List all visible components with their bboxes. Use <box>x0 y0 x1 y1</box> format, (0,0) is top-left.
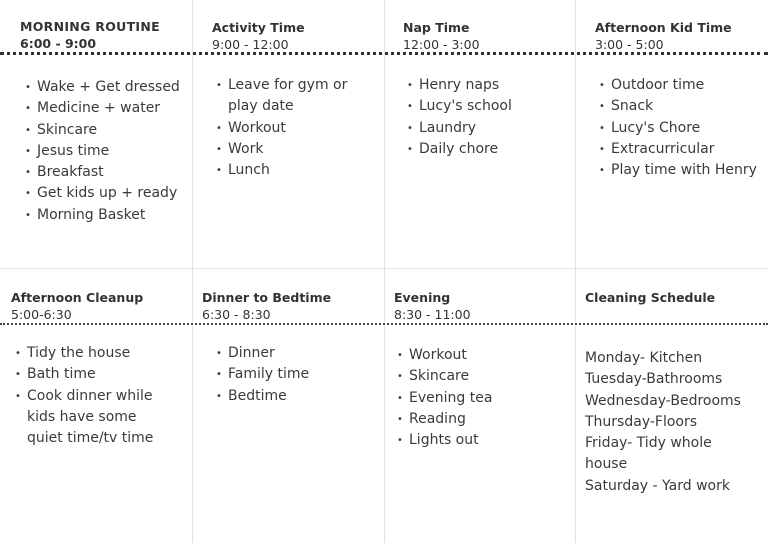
cleaning-schedule-list: Monday- Kitchen Tuesday-Bathrooms Wednes… <box>585 348 760 497</box>
list-item: Cook dinner while kids have some quiet t… <box>15 386 175 450</box>
list-item: Reading <box>397 409 567 431</box>
list-item: Skincare <box>397 366 567 388</box>
section-title: MORNING ROUTINE <box>20 19 160 34</box>
evening-list: Workout Skincare Evening tea Reading Lig… <box>397 345 567 452</box>
cleaning-schedule-header: Cleaning Schedule <box>585 290 768 305</box>
list-item: Work <box>216 139 366 161</box>
morning-routine-list: Wake + Get dressed Medicine + water Skin… <box>25 77 195 226</box>
dotted-divider-top <box>0 52 768 55</box>
list-item: Evening tea <box>397 388 567 410</box>
section-title: Evening <box>394 290 451 305</box>
list-item: Lucy's school <box>407 96 577 118</box>
list-item: Workout <box>216 118 366 140</box>
list-item: Jesus time <box>25 141 195 163</box>
nap-time-list: Henry naps Lucy's school Laundry Daily c… <box>407 75 577 160</box>
afternoon-cleanup-list: Tidy the house Bath time Cook dinner whi… <box>15 343 175 449</box>
list-item: Lights out <box>397 430 567 452</box>
dotted-divider-bottom <box>0 323 768 325</box>
section-title: Afternoon Cleanup <box>11 290 144 305</box>
list-item: Medicine + water <box>25 98 195 120</box>
section-title: Nap Time <box>403 20 470 35</box>
dinner-to-bedtime-header: Dinner to Bedtime 6:30 - 8:30 <box>202 290 394 322</box>
section-title: Afternoon Kid Time <box>595 20 732 35</box>
afternoon-kid-time-list: Outdoor time Snack Lucy's Chore Extracur… <box>599 75 768 182</box>
morning-routine-header: MORNING ROUTINE 6:00 - 9:00 <box>20 19 212 51</box>
list-item: Bedtime <box>216 386 386 408</box>
list-item: Family time <box>216 364 386 386</box>
row-divider <box>0 268 768 269</box>
list-item: Play time with Henry <box>599 160 768 182</box>
section-time: 6:00 - 9:00 <box>20 36 97 51</box>
list-item: Dinner <box>216 343 386 365</box>
list-item: Get kids up + ready <box>25 183 195 205</box>
column-divider <box>384 0 385 543</box>
list-item: Outdoor time <box>599 75 768 97</box>
list-item: Skincare <box>25 120 195 142</box>
list-item: Extracurricular <box>599 139 768 161</box>
schedule-line: Friday- Tidy whole house <box>585 435 712 473</box>
list-item: Leave for gym or play date <box>216 75 366 118</box>
section-title: Activity Time <box>212 20 305 35</box>
list-item: Henry naps <box>407 75 577 97</box>
list-item: Breakfast <box>25 162 195 184</box>
nap-time-header: Nap Time 12:00 - 3:00 <box>403 20 595 52</box>
dinner-to-bedtime-list: Dinner Family time Bedtime <box>216 343 386 407</box>
activity-time-list: Leave for gym or play date Workout Work … <box>216 75 366 182</box>
list-item: Workout <box>397 345 567 367</box>
list-item: Bath time <box>15 364 175 386</box>
list-item: Tidy the house <box>15 343 175 365</box>
list-item: Lunch <box>216 160 366 182</box>
section-time: 8:30 - 11:00 <box>394 307 471 322</box>
schedule-line: Wednesday-Bedrooms <box>585 392 741 409</box>
list-item: Snack <box>599 96 768 118</box>
section-time: 5:00-6:30 <box>11 307 72 322</box>
afternoon-kid-time-header: Afternoon Kid Time 3:00 - 5:00 <box>595 20 768 52</box>
list-item: Morning Basket <box>25 205 195 227</box>
list-item: Lucy's Chore <box>599 118 768 140</box>
section-title: Dinner to Bedtime <box>202 290 332 305</box>
section-time: 9:00 - 12:00 <box>212 37 289 52</box>
schedule-line: Monday- Kitchen <box>585 350 703 366</box>
schedule-line: Saturday - Yard work <box>585 477 730 494</box>
schedule-line: Tuesday-Bathrooms <box>585 371 723 388</box>
afternoon-cleanup-header: Afternoon Cleanup 5:00-6:30 <box>11 290 203 322</box>
list-item: Laundry <box>407 118 577 140</box>
section-time: 3:00 - 5:00 <box>595 37 664 52</box>
list-item: Wake + Get dressed <box>25 77 195 99</box>
schedule-line: Thursday-Floors <box>585 413 698 430</box>
section-time: 6:30 - 8:30 <box>202 307 271 322</box>
section-time: 12:00 - 3:00 <box>403 37 480 52</box>
section-title: Cleaning Schedule <box>585 290 716 305</box>
list-item: Daily chore <box>407 139 577 161</box>
evening-header: Evening 8:30 - 11:00 <box>394 290 586 322</box>
activity-time-header: Activity Time 9:00 - 12:00 <box>212 20 404 52</box>
